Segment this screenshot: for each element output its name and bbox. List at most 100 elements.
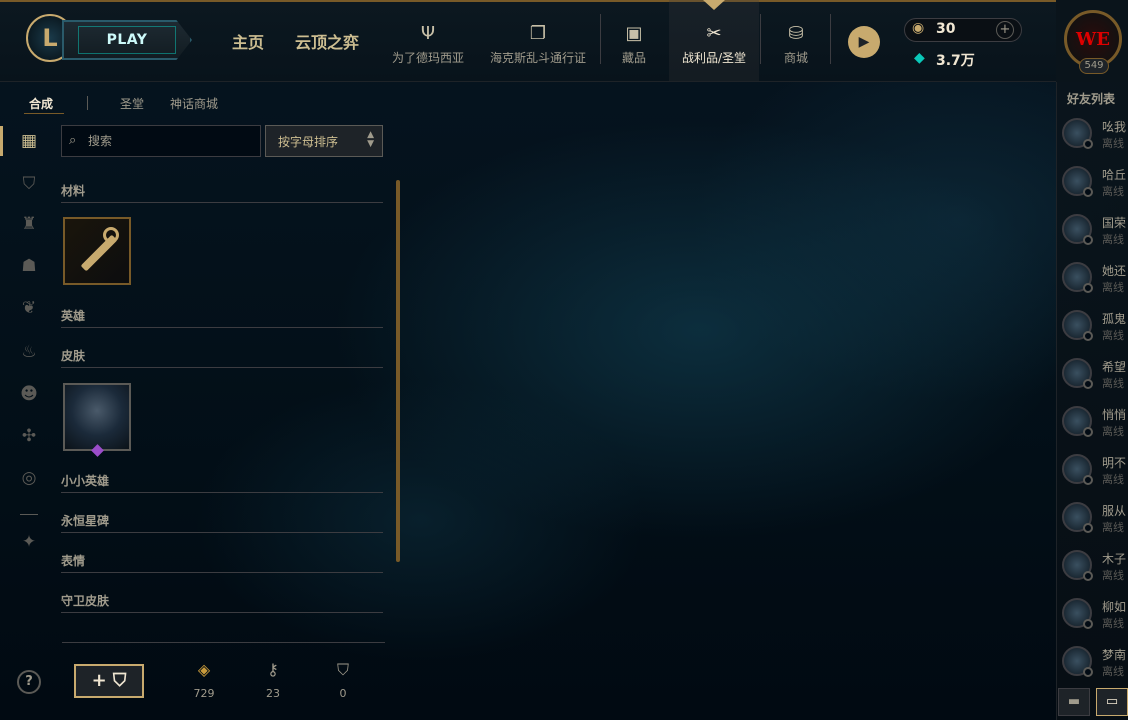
bottom-divider <box>62 642 385 643</box>
friend-item[interactable]: 梦南 离线 <box>1062 646 1128 690</box>
tab-divider <box>87 96 88 110</box>
cards-icon: ❐ <box>529 23 547 44</box>
chest-counter: ⛉ 0 <box>323 660 363 700</box>
category-little-legends[interactable]: 小小英雄 <box>61 465 383 493</box>
friend-item[interactable]: 她还 离线 <box>1062 262 1128 306</box>
friend-status: 离线 <box>1102 521 1124 534</box>
friend-item[interactable]: 明不 离线 <box>1062 454 1128 498</box>
nav-store[interactable]: ⛁ 商城 <box>774 14 818 66</box>
category-label: 表情 <box>61 554 86 568</box>
friend-item[interactable]: 悄悄 离线 <box>1062 406 1128 450</box>
orange-essence-icon: ◈ <box>197 660 211 679</box>
category-label: 守卫皮肤 <box>61 594 110 608</box>
friend-name: 柳如 <box>1102 600 1127 614</box>
add-chest-button[interactable]: + ⛉ <box>74 664 144 698</box>
category-eternals[interactable]: 永恒星碑 <box>61 505 383 533</box>
offline-status-icon <box>1083 331 1093 341</box>
loot-scrollbar[interactable] <box>396 180 400 562</box>
chest-value: 0 <box>339 687 347 700</box>
friend-name: 她还 <box>1102 264 1127 278</box>
friend-item[interactable]: 哈丘 离线 <box>1062 166 1128 210</box>
friend-status: 离线 <box>1102 425 1124 438</box>
tab-sanctum[interactable]: 圣堂 <box>120 95 144 112</box>
helmet-filter-icon[interactable]: ♜ <box>17 212 41 236</box>
friend-item[interactable]: 木子 离线 <box>1062 550 1128 594</box>
friend-name: 吆我 <box>1102 120 1127 134</box>
friend-item[interactable]: 服从 离线 <box>1062 502 1128 546</box>
friend-item[interactable]: 希望 离线 <box>1062 358 1128 402</box>
friend-name: 悄悄 <box>1102 408 1127 422</box>
flame-filter-icon[interactable]: ♨ <box>17 340 41 364</box>
event-pass-icon[interactable]: ▶ <box>848 26 880 58</box>
sort-selected: 按字母排序 <box>278 135 339 149</box>
search-field[interactable]: ⌕ <box>61 125 261 157</box>
nav-collection[interactable]: ▣ 藏品 <box>612 14 656 66</box>
key-head <box>103 227 119 243</box>
category-label: 永恒星碑 <box>61 514 110 528</box>
nav-divider <box>600 14 601 64</box>
nav-divider <box>830 14 831 64</box>
misc-filter-icon[interactable]: ✦ <box>17 530 41 554</box>
offline-status-icon <box>1083 187 1093 197</box>
play-button[interactable]: PLAY <box>62 20 192 60</box>
nav-tft-label: 云顶之弈 <box>295 33 360 52</box>
buy-rp-button[interactable]: + <box>996 21 1014 39</box>
chest-filter-icon[interactable]: ⛉ <box>17 172 41 196</box>
friend-item[interactable]: 孤鬼 离线 <box>1062 310 1128 354</box>
play-button-label: PLAY <box>106 32 148 48</box>
friend-name: 梦南 <box>1102 648 1127 662</box>
tab-mythic-shop[interactable]: 神话商城 <box>170 95 218 112</box>
bag-icon: ▣ <box>625 23 643 44</box>
friend-status: 离线 <box>1102 617 1124 630</box>
nav-loot[interactable]: ✂ 战利品/圣堂 <box>675 14 753 66</box>
chest-icon: ⛉ <box>106 670 127 691</box>
help-icon[interactable]: ? <box>17 670 41 694</box>
grid-icon[interactable]: ▦ <box>17 129 41 153</box>
friend-name: 希望 <box>1102 360 1127 374</box>
icon-filter-icon[interactable]: ◎ <box>17 466 41 490</box>
mask-filter-icon[interactable]: ☗ <box>17 254 41 278</box>
friends-title: 好友列表 <box>1067 92 1116 106</box>
nav-tft[interactable]: 云顶之弈 <box>295 0 359 82</box>
category-materials[interactable]: 材料 <box>61 175 383 203</box>
key-value: 23 <box>266 687 280 700</box>
category-skins[interactable]: 皮肤 <box>61 340 383 368</box>
friend-status: 离线 <box>1102 665 1124 678</box>
friend-item[interactable]: 国荣 离线 <box>1062 214 1128 258</box>
nav-home[interactable]: 主页 <box>232 0 264 82</box>
friend-status: 离线 <box>1102 185 1124 198</box>
tab-crafting[interactable]: 合成 <box>29 95 53 112</box>
little-legend-filter-icon[interactable]: ❦ <box>17 296 41 320</box>
category-champions[interactable]: 英雄 <box>61 300 383 328</box>
nav-for-demacia-label: 为了德玛西亚 <box>391 51 464 65</box>
updown-arrow-icon: ▲ ▼ <box>367 130 374 149</box>
skin-shard-item[interactable] <box>63 383 131 451</box>
offline-status-icon <box>1083 475 1093 485</box>
friend-status: 离线 <box>1102 473 1124 486</box>
sort-dropdown[interactable]: 按字母排序 ▲ ▼ <box>265 125 383 157</box>
nav-hextech-pass-label: 海克斯乱斗通行证 <box>489 51 586 65</box>
friend-item[interactable]: 吆我 离线 <box>1062 118 1128 162</box>
friend-item[interactable]: 柳如 离线 <box>1062 598 1128 642</box>
offline-status-icon <box>1083 139 1093 149</box>
offline-status-icon <box>1083 571 1093 581</box>
nav-hextech-pass[interactable]: ❐ 海克斯乱斗通行证 <box>486 14 590 66</box>
nav-home-label: 主页 <box>232 33 265 52</box>
offline-status-icon <box>1083 235 1093 245</box>
category-label: 材料 <box>61 184 86 198</box>
category-emotes[interactable]: 表情 <box>61 545 383 573</box>
hextech-key-item[interactable] <box>63 217 131 285</box>
chat-icon[interactable]: ▬ <box>1058 688 1090 716</box>
coins-icon: ⛁ <box>788 23 804 44</box>
search-input[interactable] <box>88 131 256 151</box>
offline-status-icon <box>1083 379 1093 389</box>
friend-name: 木子 <box>1102 552 1127 566</box>
category-ward-skins[interactable]: 守卫皮肤 <box>61 585 383 613</box>
nav-for-demacia[interactable]: Ψ 为了德玛西亚 <box>389 14 467 66</box>
blue-essence-value: 3.7万 <box>936 53 975 69</box>
friends-toggle-icon[interactable]: ▭ <box>1096 688 1128 716</box>
offline-status-icon <box>1083 523 1093 533</box>
ward-filter-icon[interactable]: ✣ <box>17 424 41 448</box>
emote-filter-icon[interactable]: ☻ <box>17 382 41 406</box>
friend-name: 孤鬼 <box>1102 312 1127 326</box>
